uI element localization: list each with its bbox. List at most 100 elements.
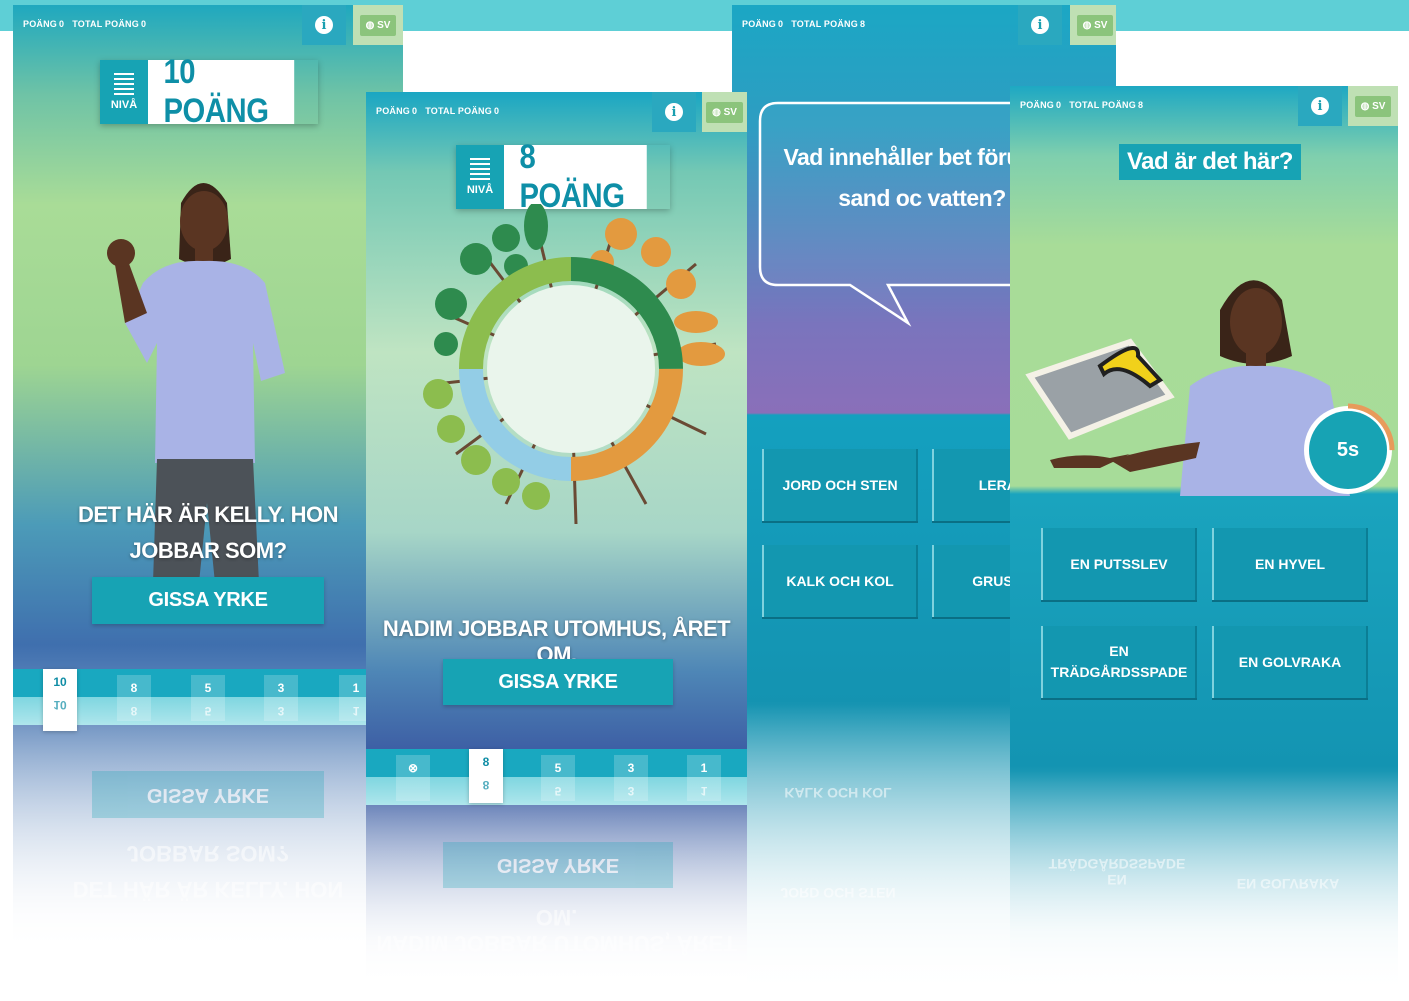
points-display: 8 POÄNG	[504, 138, 647, 215]
track-value: 5	[554, 761, 562, 775]
reflection-text: EN PUTSSLEV	[1068, 971, 1166, 987]
reflection-text: EN TRÄDGÅRDSSPADE	[1048, 856, 1186, 888]
reflection-text: EN GOLVRAKA	[1236, 876, 1340, 892]
track-step: 88	[117, 675, 151, 721]
quiz-screen-1: POÄNG 0 TOTAL POÄNG 0 i ◍ SV NIVÅ 10 POÄNG …	[13, 5, 403, 1001]
track-step: 33	[264, 675, 298, 721]
level-label: NIVÅ	[110, 99, 138, 111]
points-value: 0	[1056, 100, 1062, 110]
level-badge: NIVÅ 8 POÄNG	[456, 138, 670, 215]
answer-option[interactable]: EN HYVEL	[1212, 528, 1368, 600]
info-button[interactable]: i	[302, 5, 346, 45]
points-label: POÄNG	[23, 19, 58, 29]
score-summary: POÄNG 0 TOTAL POÄNG 0	[23, 19, 154, 29]
level-label: NIVÅ	[466, 184, 494, 196]
question-title: Vad är det här?	[1119, 144, 1301, 180]
reflection-text: GISSA YRKE	[92, 771, 324, 818]
track-value-reflection: 5	[554, 784, 562, 798]
track-value-reflection: 10	[53, 698, 67, 712]
answer-option[interactable]: JORD OCH STEN	[762, 449, 918, 521]
language-code: SV	[377, 19, 391, 31]
answer-option[interactable]: EN PUTSSLEV	[1041, 528, 1197, 600]
track-value: 1	[700, 761, 708, 775]
quiz-screen-4: POÄNG 0 TOTAL POÄNG 8 i ◍ SV Vad är det här…	[1010, 86, 1398, 1001]
quiz-screen-2: POÄNG 0 TOTAL POÄNG 0 i ◍ SV NIVÅ 8 POÄNG N…	[366, 92, 747, 1001]
language-code: SV	[1372, 100, 1386, 112]
score-summary: POÄNG 0 TOTAL POÄNG 8	[1020, 100, 1151, 110]
total-label: TOTAL POÄNG	[72, 19, 139, 29]
track-step: 11	[687, 755, 721, 801]
track-value: 3	[627, 761, 635, 775]
header: POÄNG 0 TOTAL POÄNG 8 i ◍ SV	[1010, 86, 1398, 126]
seasons-tree-illustration	[423, 204, 725, 525]
total-value: 8	[859, 19, 866, 29]
info-button[interactable]: i	[652, 92, 696, 132]
total-value: 0	[493, 106, 500, 116]
language-code: SV	[1094, 19, 1108, 31]
info-icon: i	[1311, 97, 1329, 115]
guess-profession-button[interactable]: GISSA YRKE	[443, 659, 673, 705]
reflection-text: DET HÄR ÄR KELLY. HON JOBBAR SOM?	[72, 841, 344, 902]
timer-value: 5s	[1336, 438, 1360, 461]
language-button[interactable]: ◍ SV	[702, 92, 747, 132]
language-label: ◍ SV	[1076, 14, 1114, 36]
track-value: 3	[277, 681, 285, 695]
answer-option[interactable]: EN GOLVRAKA	[1212, 626, 1368, 698]
points-track: 10 10 88 55 33 11	[13, 669, 403, 731]
info-button[interactable]: i	[1018, 5, 1062, 45]
track-value: 8	[130, 681, 138, 695]
points-label: POÄNG	[376, 106, 411, 116]
points-value: 0	[778, 19, 784, 29]
info-icon: i	[665, 103, 683, 121]
track-step-skipped: ⊗	[396, 755, 430, 801]
track-value-reflection: 8	[482, 778, 490, 792]
points-label: POÄNG	[742, 19, 777, 29]
track-step: 55	[541, 755, 575, 801]
language-label: ◍ SV	[359, 14, 397, 36]
track-value-reflection: 1	[700, 784, 708, 798]
language-label: ◍ SV	[1354, 95, 1392, 117]
track-step: 88	[469, 749, 503, 803]
header: POÄNG 0 TOTAL POÄNG 8 i ◍ SV	[732, 5, 1116, 45]
reflection-text: KALK OCH KOL	[784, 785, 892, 801]
info-icon: i	[315, 16, 333, 34]
reflection-text: GISSA YRKE	[443, 842, 673, 888]
reflection-text: NADIM JOBBAR UTOMHUS, ÅRET OM.	[376, 905, 737, 956]
level-icon: NIVÅ	[100, 60, 148, 124]
info-icon: i	[1031, 16, 1049, 34]
language-label: ◍ SV	[706, 101, 743, 123]
track-value-reflection: 5	[204, 704, 212, 718]
language-code: SV	[723, 106, 737, 118]
total-label: TOTAL POÄNG	[791, 19, 858, 29]
language-button[interactable]: ◍ SV	[353, 5, 403, 45]
total-value: 0	[140, 19, 147, 29]
track-value-reflection: 3	[277, 704, 285, 718]
countdown-timer: 5s	[1300, 402, 1396, 498]
info-button[interactable]: i	[1298, 86, 1342, 126]
level-badge: NIVÅ 10 POÄNG	[100, 53, 318, 130]
points-display: 10 POÄNG	[148, 53, 295, 130]
answer-option[interactable]: EN TRÄDGÅRDSSPADE	[1041, 626, 1197, 698]
guess-profession-button[interactable]: GISSA YRKE	[92, 577, 324, 624]
header: POÄNG 0 TOTAL POÄNG 0 i ◍ SV	[13, 5, 403, 45]
total-label: TOTAL POÄNG	[1069, 100, 1136, 110]
caption: DET HÄR ÄR KELLY. HON JOBBAR SOM?	[77, 502, 339, 563]
language-button[interactable]: ◍ SV	[1348, 86, 1398, 126]
reflection-fade	[366, 801, 747, 1001]
language-button[interactable]: ◍ SV	[1070, 5, 1116, 45]
reflection-text: JORD OCH STEN	[780, 885, 896, 901]
score-summary: POÄNG 0 TOTAL POÄNG 0	[376, 106, 507, 116]
track-step: 33	[614, 755, 648, 801]
track-value-reflection: 3	[627, 784, 635, 798]
header: POÄNG 0 TOTAL POÄNG 0 i ◍ SV	[366, 92, 747, 132]
track-value-reflection: 8	[130, 704, 138, 718]
x-icon: ⊗	[407, 761, 419, 775]
total-value: 8	[1137, 100, 1144, 110]
score-summary: POÄNG 0 TOTAL POÄNG 8	[742, 19, 873, 29]
total-label: TOTAL POÄNG	[425, 106, 492, 116]
track-value: 5	[204, 681, 212, 695]
points-value: 0	[59, 19, 65, 29]
track-value: 10	[53, 675, 67, 689]
answer-option[interactable]: KALK OCH KOL	[762, 545, 918, 617]
points-value: 0	[412, 106, 418, 116]
